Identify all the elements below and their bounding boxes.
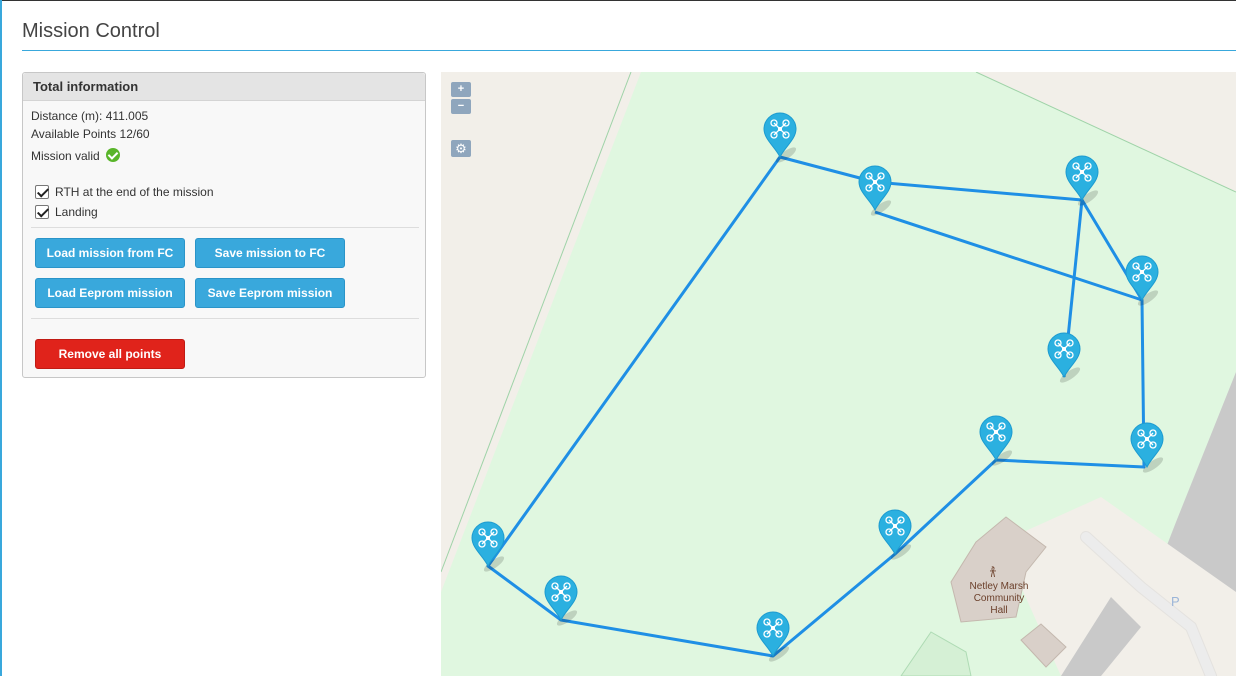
- zoom-out-button[interactable]: −: [451, 99, 471, 114]
- left-accent-bar: [0, 0, 2, 676]
- save-eeprom-mission-button[interactable]: Save Eeprom mission: [195, 278, 345, 308]
- community-hall-icon: 𐀪: [989, 565, 997, 580]
- save-mission-to-fc-button[interactable]: Save mission to FC: [195, 238, 345, 268]
- rth-checkbox[interactable]: [35, 185, 49, 199]
- mission-valid-line: Mission valid: [31, 148, 121, 163]
- top-border: [0, 0, 1236, 1]
- load-eeprom-mission-button[interactable]: Load Eeprom mission: [35, 278, 185, 308]
- valid-check-icon: [106, 148, 121, 162]
- page-title: Mission Control: [22, 20, 160, 42]
- poi-label: Netley Marsh Community Hall: [969, 581, 1029, 616]
- distance-value: 411.005: [105, 109, 149, 123]
- landing-checkbox[interactable]: [35, 205, 49, 219]
- map-canvas: [441, 72, 1236, 676]
- parking-label: P: [1171, 594, 1180, 609]
- distance-label: Distance (m):: [31, 109, 103, 123]
- rth-option[interactable]: RTH at the end of the mission: [35, 185, 214, 199]
- mission-map[interactable]: + − ⚙ 𐀪 Netley Marsh Community Hall P: [441, 72, 1236, 676]
- landing-label: Landing: [55, 205, 98, 219]
- mission-valid-label: Mission valid: [31, 149, 100, 163]
- load-mission-from-fc-button[interactable]: Load mission from FC: [35, 238, 185, 268]
- points-label: Available Points: [31, 127, 117, 141]
- rth-label: RTH at the end of the mission: [55, 185, 214, 199]
- distance-line: Distance (m): 411.005: [31, 109, 148, 123]
- landing-option[interactable]: Landing: [35, 205, 98, 219]
- total-information-panel: Total information Distance (m): 411.005 …: [22, 72, 426, 378]
- panel-header: Total information: [23, 73, 425, 101]
- points-value: 12/60: [119, 127, 150, 141]
- title-divider: [22, 50, 1236, 51]
- gear-icon[interactable]: ⚙: [451, 140, 471, 157]
- divider: [31, 227, 419, 228]
- available-points-line: Available Points 12/60: [31, 127, 150, 141]
- remove-all-points-button[interactable]: Remove all points: [35, 339, 185, 369]
- divider: [31, 318, 419, 319]
- zoom-in-button[interactable]: +: [451, 82, 471, 97]
